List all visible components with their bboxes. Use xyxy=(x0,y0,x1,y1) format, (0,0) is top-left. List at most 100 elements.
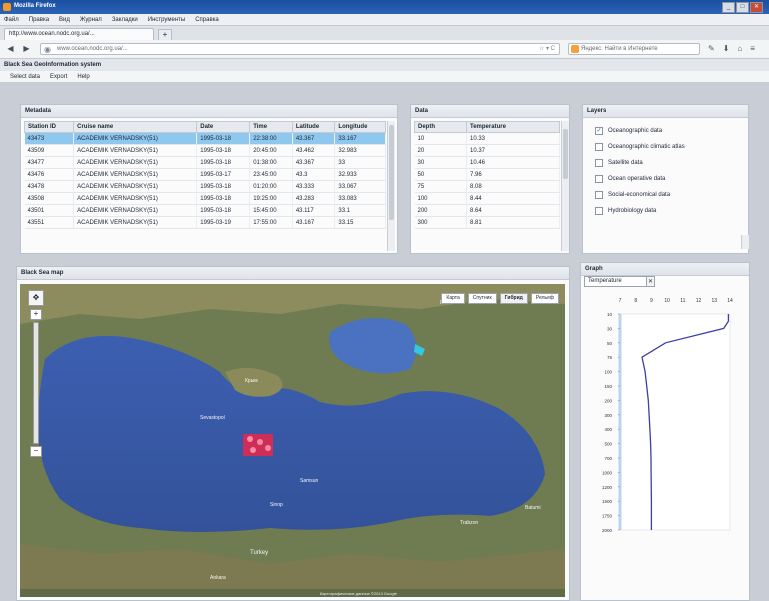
zoom-slider[interactable] xyxy=(33,322,39,444)
download-icon[interactable]: ⬇ xyxy=(723,44,730,53)
layer-checkbox[interactable] xyxy=(595,190,603,199)
layer-checkbox[interactable] xyxy=(595,174,603,183)
col-cruise-name[interactable]: Cruise name xyxy=(73,121,198,133)
table-row[interactable]: 50 7.96 xyxy=(414,168,560,181)
col-temperature[interactable]: Temperature xyxy=(466,121,560,133)
close-window-button[interactable]: ✕ xyxy=(750,2,763,13)
pan-control[interactable]: ✥ xyxy=(28,290,44,306)
table-row[interactable]: 200 8.64 xyxy=(414,204,560,217)
table-row[interactable]: 43477 ACADEMIK VERNADSKY(51) 1995-03-18 01:… xyxy=(24,156,386,169)
place-label-ankara: Ankara xyxy=(210,575,226,581)
layer-label: Hydrobiology data xyxy=(608,207,657,214)
y-tick-label: 100 xyxy=(604,370,612,375)
metadata-table: Station ID Cruise name Date Time Latitud… xyxy=(23,121,386,229)
layer-checkbox[interactable]: ✓ xyxy=(595,126,603,135)
table-cell: ACADEMIK VERNADSKY(51) xyxy=(73,180,198,193)
search-input[interactable]: Яндекс: Найти в Интернете xyxy=(568,43,700,55)
graph-close-button[interactable]: ✕ xyxy=(646,276,655,287)
layer-item[interactable]: ✓ Oceanographic data xyxy=(595,125,662,136)
table-cell: 01:20:00 xyxy=(249,180,293,193)
col-longitude[interactable]: Longitude xyxy=(334,121,386,133)
maximize-button[interactable]: □ xyxy=(736,2,749,13)
back-button[interactable]: ◀ xyxy=(6,45,15,54)
layer-item[interactable]: Satellite data xyxy=(595,157,643,168)
map-type-terrain[interactable]: Рельеф xyxy=(530,293,559,304)
table-cell: 33.1 xyxy=(334,204,386,217)
table-row[interactable]: 75 8.08 xyxy=(414,180,560,193)
url-input[interactable]: ◉ www.ocean.nodc.org.ua/... ☆ ▾ C xyxy=(40,43,560,55)
menu-history[interactable]: Журнал xyxy=(80,17,102,23)
table-row[interactable]: 43501 ACADEMIK VERNADSKY(51) 1995-03-18 15:… xyxy=(24,204,386,217)
layer-item[interactable]: Ocean operative data xyxy=(595,173,665,184)
menu-select-data[interactable]: Select data xyxy=(10,74,40,80)
menu-app-help[interactable]: Help xyxy=(77,74,89,80)
map-type-hybrid[interactable]: Гибрид xyxy=(499,293,528,304)
table-row[interactable]: 43551 ACADEMIK VERNADSKY(51) 1995-03-19 17:… xyxy=(24,216,386,229)
zoom-out-button[interactable]: − xyxy=(30,446,42,457)
col-station-id[interactable]: Station ID xyxy=(23,121,75,133)
layer-label: Satellite data xyxy=(608,159,643,166)
table-row[interactable]: 300 8.81 xyxy=(414,216,560,229)
browser-tab[interactable]: http://www.ocean.nodc.org.ua/... xyxy=(4,28,154,40)
data-scrollbar[interactable] xyxy=(561,121,569,251)
table-cell: 30 xyxy=(414,156,467,169)
y-tick-label: 150 xyxy=(604,384,612,389)
table-cell: 100 xyxy=(414,192,467,205)
table-cell: 43.283 xyxy=(292,192,336,205)
table-row[interactable]: 30 10.46 xyxy=(414,156,560,169)
layer-item[interactable]: Social-economical data xyxy=(595,189,670,200)
home-icon[interactable]: ⌂ xyxy=(737,44,742,53)
table-row[interactable]: 43478 ACADEMIK VERNADSKY(51) 1995-03-18 01:… xyxy=(24,180,386,193)
layer-label: Ocean operative data xyxy=(608,175,666,182)
layer-checkbox[interactable] xyxy=(595,158,603,167)
table-cell: 8.08 xyxy=(466,180,560,193)
table-row[interactable]: 20 10.37 xyxy=(414,144,560,157)
table-row[interactable]: 100 8.44 xyxy=(414,192,560,205)
map-canvas[interactable]: Картографические данные ©2013 Google Sin… xyxy=(20,284,565,597)
map-type-map[interactable]: Карта xyxy=(441,293,465,304)
menu-bookmarks[interactable]: Закладки xyxy=(112,17,138,23)
table-row[interactable]: 43508 ACADEMIK VERNADSKY(51) 1995-03-18 19:… xyxy=(24,192,386,205)
forward-button[interactable]: ▶ xyxy=(22,45,31,54)
menu-file[interactable]: Файл xyxy=(4,17,19,23)
table-cell: 10.46 xyxy=(466,156,560,169)
table-cell: 20 xyxy=(414,144,467,157)
place-label-crimea: Крым xyxy=(245,378,258,384)
url-actions[interactable]: ☆ ▾ C xyxy=(539,44,555,54)
minimize-button[interactable]: _ xyxy=(722,2,735,13)
layer-item[interactable]: Hydrobiology data xyxy=(595,205,656,216)
menu-export[interactable]: Export xyxy=(50,74,67,80)
menu-edit[interactable]: Правка xyxy=(29,17,49,23)
table-cell: 32.933 xyxy=(334,168,386,181)
station-markers[interactable] xyxy=(243,434,273,456)
col-latitude[interactable]: Latitude xyxy=(291,121,336,133)
x-tick-label: 9 xyxy=(650,298,653,304)
table-cell: 1995-03-17 xyxy=(196,168,251,181)
map-type-satellite[interactable]: Спутник xyxy=(467,293,497,304)
black-sea-map[interactable]: Картографические данные ©2013 Google Sin… xyxy=(20,284,565,597)
metadata-scrollbar[interactable] xyxy=(387,121,395,251)
globe-icon: ◉ xyxy=(44,45,51,54)
menu-help[interactable]: Справка xyxy=(195,17,219,23)
table-row[interactable]: 10 10.33 xyxy=(414,132,560,145)
pencil-icon[interactable]: ✎ xyxy=(708,44,715,53)
table-row[interactable]: 43509 ACADEMIK VERNADSKY(51) 1995-03-18 20:… xyxy=(24,144,386,157)
layer-checkbox[interactable] xyxy=(595,142,603,151)
table-cell: 43.333 xyxy=(292,180,336,193)
layer-item[interactable]: Oceanographic climatic atlas xyxy=(595,141,685,152)
layers-scrollbar[interactable] xyxy=(741,235,749,249)
layer-checkbox[interactable] xyxy=(595,206,603,215)
menu-tools[interactable]: Инструменты xyxy=(148,17,185,23)
col-date[interactable]: Date xyxy=(196,121,251,133)
table-cell: 1995-03-18 xyxy=(196,180,251,193)
col-time[interactable]: Time xyxy=(249,121,293,133)
table-row[interactable]: 43473 ACADEMIK VERNADSKY(51) 1995-03-18 22:… xyxy=(24,132,386,145)
graph-parameter-select[interactable]: Temperature xyxy=(584,276,654,287)
zoom-in-button[interactable]: + xyxy=(30,309,42,320)
table-cell: 1995-03-18 xyxy=(196,132,251,145)
col-depth[interactable]: Depth xyxy=(414,121,467,133)
extensions-icon[interactable]: ≡ xyxy=(750,44,755,53)
y-tick-label: 700 xyxy=(604,456,612,461)
menu-view[interactable]: Вид xyxy=(59,17,70,23)
table-row[interactable]: 43476 ACADEMIK VERNADSKY(51) 1995-03-17 23:… xyxy=(24,168,386,181)
